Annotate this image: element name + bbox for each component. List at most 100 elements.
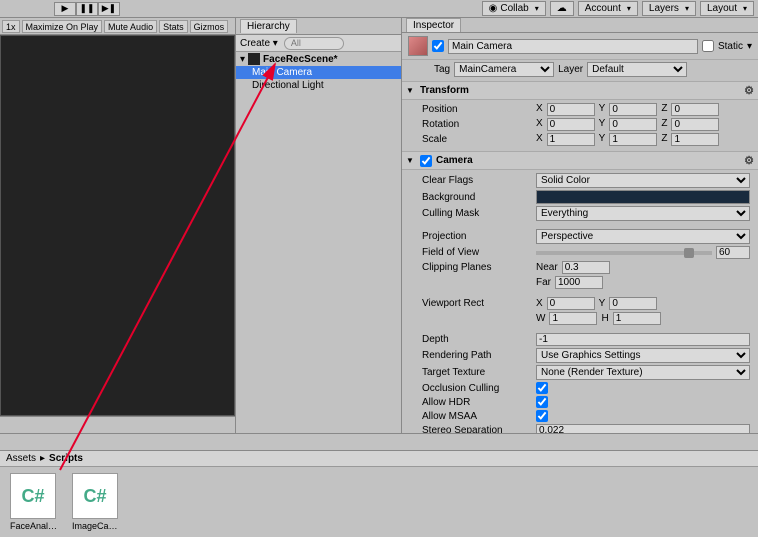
camera-header[interactable]: ▼ Camera ⚙ [402,152,758,170]
viewport-h-input[interactable] [613,312,661,325]
inspector-panel: Inspector Static ▾ Tag MainCamera Layer … [402,18,758,433]
clear-flags-dropdown[interactable]: Solid Color [536,173,750,188]
foldout-icon: ▼ [406,156,416,165]
allow-hdr-label: Allow HDR [422,397,532,408]
hierarchy-item-main-camera[interactable]: Main Camera [236,66,401,79]
asset-image-capture-script[interactable]: C# ImageCaptu... [72,473,122,531]
foldout-icon: ▼ [406,86,416,95]
asset-grid: C# FaceAnalysi... C# ImageCaptu... [0,467,758,537]
inspector-tab[interactable]: Inspector [406,18,461,32]
gear-icon[interactable]: ⚙ [744,154,754,167]
far-clip-input[interactable] [555,276,603,289]
occlusion-culling-label: Occlusion Culling [422,383,532,394]
game-viewport[interactable] [0,35,235,416]
play-controls: ▶ ❚❚ ▶❚ [54,2,120,16]
position-z-input[interactable] [671,103,719,116]
gameobject-icon[interactable] [408,36,428,56]
chevron-down-icon: ▾ [273,38,278,49]
clipping-planes-label: Clipping Planes [422,262,532,273]
layer-label: Layer [558,64,583,75]
layout-dropdown[interactable]: Layout [700,1,754,16]
position-x-input[interactable] [547,103,595,116]
depth-label: Depth [422,334,532,345]
scale-z-input[interactable] [671,133,719,146]
near-clip-input[interactable] [562,261,610,274]
camera-enabled-checkbox[interactable] [420,155,432,167]
culling-mask-dropdown[interactable]: Everything [536,206,750,221]
rotation-x-input[interactable] [547,118,595,131]
asset-face-analysis-script[interactable]: C# FaceAnalysi... [10,473,60,531]
inspector-tab-bar: Inspector [402,18,758,33]
gameobject-header: Static ▾ [402,33,758,60]
projection-label: Projection [422,231,532,242]
clear-flags-label: Clear Flags [422,175,532,186]
collab-dropdown[interactable]: ◉Collab [482,1,546,16]
fov-input[interactable] [716,246,750,259]
rotation-y-input[interactable] [609,118,657,131]
top-toolbar: ▶ ❚❚ ▶❚ ◉Collab ☁ Account Layers Layout [0,0,758,18]
scale-x-input[interactable] [547,133,595,146]
rendering-path-dropdown[interactable]: Use Graphics Settings [536,348,750,363]
collab-icon: ◉ [489,3,498,14]
depth-input[interactable] [536,333,750,346]
stereo-separation-input[interactable] [536,424,750,433]
static-checkbox[interactable] [702,40,714,52]
pause-button[interactable]: ❚❚ [76,2,98,16]
viewport-rect-label: Viewport Rect [422,298,532,309]
scale-y-input[interactable] [609,133,657,146]
hierarchy-item-directional-light[interactable]: Directional Light [236,79,401,92]
mute-audio-toggle[interactable]: Mute Audio [104,20,157,33]
breadcrumb-assets[interactable]: Assets [6,453,36,464]
game-view-panel: 1x Maximize On Play Mute Audio Stats Giz… [0,18,236,433]
hierarchy-scene-row[interactable]: ▾ FaceRecScene* [236,52,401,66]
viewport-w-input[interactable] [549,312,597,325]
game-view-toolbar: 1x Maximize On Play Mute Audio Stats Giz… [0,18,235,35]
position-y-input[interactable] [609,103,657,116]
allow-msaa-label: Allow MSAA [422,411,532,422]
background-label: Background [422,192,532,203]
fov-slider[interactable] [536,251,712,255]
step-button[interactable]: ▶❚ [98,2,120,16]
maximize-on-play-toggle[interactable]: Maximize On Play [22,20,103,33]
gizmos-dropdown[interactable]: Gizmos [190,20,229,33]
position-label: Position [422,104,532,115]
static-dropdown-icon[interactable]: ▾ [747,41,752,52]
layer-dropdown[interactable]: Default [587,62,687,77]
tag-dropdown[interactable]: MainCamera [454,62,554,77]
stats-toggle[interactable]: Stats [159,20,188,33]
static-label: Static [718,41,743,52]
csharp-script-icon: C# [72,473,118,519]
account-dropdown[interactable]: Account [578,1,638,16]
layers-dropdown[interactable]: Layers [642,1,696,16]
gameobject-name-input[interactable] [448,39,698,54]
allow-msaa-checkbox[interactable] [536,410,548,422]
scale-label: Scale [422,134,532,145]
scale-dropdown[interactable]: 1x [2,20,20,33]
hierarchy-search-input[interactable] [284,37,344,50]
viewport-x-input[interactable] [547,297,595,310]
viewport-footer [0,416,235,433]
background-color-picker[interactable] [536,190,750,204]
breadcrumb-separator-icon: ▸ [40,453,45,464]
breadcrumb-scripts[interactable]: Scripts [49,453,83,464]
stereo-separation-label: Stereo Separation [422,425,532,433]
play-button[interactable]: ▶ [54,2,76,16]
asset-label: ImageCaptu... [72,521,122,531]
viewport-y-input[interactable] [609,297,657,310]
hierarchy-tab[interactable]: Hierarchy [240,19,297,33]
foldout-icon: ▾ [240,54,245,65]
gameobject-active-checkbox[interactable] [432,40,444,52]
project-breadcrumb: Assets ▸ Scripts [0,451,758,467]
target-texture-field[interactable]: None (Render Texture) [536,365,750,380]
rotation-z-input[interactable] [671,118,719,131]
occlusion-culling-checkbox[interactable] [536,382,548,394]
transform-header[interactable]: ▼ Transform ⚙ [402,82,758,100]
create-dropdown[interactable]: Create ▾ [240,38,278,49]
gear-icon[interactable]: ⚙ [744,84,754,97]
cloud-button[interactable]: ☁ [550,1,574,16]
cloud-icon: ☁ [557,3,567,14]
allow-hdr-checkbox[interactable] [536,396,548,408]
projection-dropdown[interactable]: Perspective [536,229,750,244]
asset-label: FaceAnalysi... [10,521,60,531]
target-texture-label: Target Texture [422,367,532,378]
